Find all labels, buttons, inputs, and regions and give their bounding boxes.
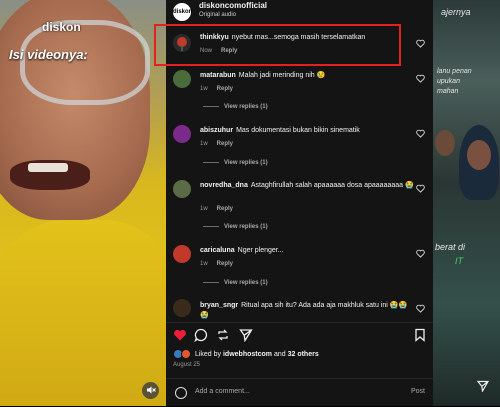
post-header: diskon diskoncomofficial Original audio xyxy=(166,0,433,22)
comment-body: Malah jadi merinding nih 😢 xyxy=(238,72,326,79)
avatar[interactable] xyxy=(173,180,191,198)
comment-text: caricaluna Nger plenger... xyxy=(200,246,414,256)
liker-avatar xyxy=(181,349,191,359)
view-replies-button[interactable]: View replies (1) xyxy=(203,104,268,110)
video-logo: diskon xyxy=(42,20,81,34)
person-face xyxy=(467,140,491,170)
avatar[interactable] xyxy=(173,299,191,317)
comment-meta: 1w Reply xyxy=(200,206,242,212)
view-replies-label: View replies (1) xyxy=(224,104,268,110)
account-name[interactable]: diskoncomofficial xyxy=(199,1,267,10)
share-icon[interactable] xyxy=(477,380,489,392)
heart-icon[interactable] xyxy=(416,129,425,138)
reply-button[interactable]: Reply xyxy=(217,261,233,267)
video-left[interactable]: diskon Isi videonya: xyxy=(0,0,166,406)
view-replies-button[interactable]: View replies (1) xyxy=(203,224,268,230)
view-replies-label: View replies (1) xyxy=(224,280,268,286)
heart-icon[interactable] xyxy=(416,304,425,313)
mute-button[interactable] xyxy=(142,382,159,399)
shirt xyxy=(0,220,166,406)
reply-button[interactable]: Reply xyxy=(217,141,233,147)
video-right[interactable]: ajernya lanu penan upukan mahan berat di… xyxy=(433,0,500,406)
comment-time: 1w xyxy=(200,206,208,212)
heart-icon[interactable] xyxy=(416,249,425,258)
speaker-muted-icon xyxy=(146,386,156,394)
add-comment-bar: Add a comment... Post xyxy=(166,378,433,407)
teeth xyxy=(28,163,68,172)
view-replies-label: View replies (1) xyxy=(224,224,268,230)
divider-line xyxy=(203,105,219,107)
likes-summary: Liked by idwebhostcom and 32 others xyxy=(173,349,319,359)
comment-body: Mas dokumentasi bukan bikin sinematik xyxy=(236,127,360,134)
avatar[interactable] xyxy=(173,70,191,88)
comment-icon[interactable] xyxy=(194,328,208,342)
comment-text: matarabun Malah jadi merinding nih 😢 xyxy=(200,71,414,81)
divider-line xyxy=(203,225,219,227)
like-heart-icon[interactable] xyxy=(173,328,187,342)
bookmark-icon[interactable] xyxy=(413,328,427,342)
post-button[interactable]: Post xyxy=(411,388,425,395)
overlay-text: berat di xyxy=(435,242,466,252)
likes-and: and xyxy=(273,350,286,358)
person-face xyxy=(435,130,455,156)
view-replies-button[interactable]: View replies (1) xyxy=(203,160,268,166)
account-avatar[interactable]: diskon xyxy=(173,3,192,21)
comment-time: 1w xyxy=(200,141,208,147)
comment-meta: 1w Reply xyxy=(200,141,242,147)
comment-username[interactable]: caricaluna xyxy=(200,247,235,254)
view-replies-label: View replies (1) xyxy=(224,160,268,166)
comment-text: bryan_sngr Ritual apa sih itu? Ada ada aj… xyxy=(200,301,414,321)
video-caption: Isi videonya: xyxy=(9,47,88,62)
comment-meta: 1w Reply xyxy=(200,86,242,92)
overlay-text: upukan xyxy=(437,78,460,85)
heart-icon[interactable] xyxy=(416,39,425,48)
heart-icon[interactable] xyxy=(416,74,425,83)
comment-time: 1w xyxy=(200,86,208,92)
comment-username[interactable]: novredha_dna xyxy=(200,182,248,189)
comment-text: abiszuhur Mas dokumentasi bukan bikin sin… xyxy=(200,126,414,136)
avatar[interactable] xyxy=(173,245,191,263)
glasses xyxy=(20,20,150,105)
heart-icon[interactable] xyxy=(416,184,425,193)
audio-label[interactable]: Original audio xyxy=(199,12,236,18)
overlay-text: ajernya xyxy=(441,7,471,17)
reply-button[interactable]: Reply xyxy=(217,206,233,212)
add-comment-input[interactable]: Add a comment... xyxy=(195,388,250,395)
likes-prefix: Liked by xyxy=(194,350,222,358)
overlay-text: mahan xyxy=(437,88,459,95)
comment-text: novredha_dna Astaghfirullah salah apaaaaa… xyxy=(200,181,414,191)
overlay-text: IT xyxy=(455,256,463,266)
overlay-text: lanu penan xyxy=(437,68,472,75)
repost-icon[interactable] xyxy=(216,328,230,342)
divider-line xyxy=(203,281,219,283)
comment-time: 1w xyxy=(200,261,208,267)
likes-others[interactable]: 32 others xyxy=(288,351,319,358)
comment-username[interactable]: matarabun xyxy=(200,72,236,79)
comment-body: Nger plenger... xyxy=(237,247,284,254)
avatar[interactable] xyxy=(173,125,191,143)
post-date: August 25 xyxy=(173,362,201,368)
comment-meta: 1w Reply xyxy=(200,261,242,267)
highlight-box xyxy=(154,24,401,66)
comment-username[interactable]: abiszuhur xyxy=(200,127,233,134)
emoji-icon[interactable] xyxy=(175,387,187,399)
view-replies-button[interactable]: View replies (1) xyxy=(203,280,268,286)
divider-line xyxy=(203,161,219,163)
reply-button[interactable]: Reply xyxy=(217,86,233,92)
comment-username[interactable]: bryan_sngr xyxy=(200,302,238,309)
share-icon[interactable] xyxy=(239,328,253,342)
comment-body: Astaghfirullah salah apaaaaaa dosa apaaa… xyxy=(250,182,414,189)
liker-username[interactable]: idwebhostcom xyxy=(223,351,272,358)
action-bar xyxy=(166,322,433,345)
